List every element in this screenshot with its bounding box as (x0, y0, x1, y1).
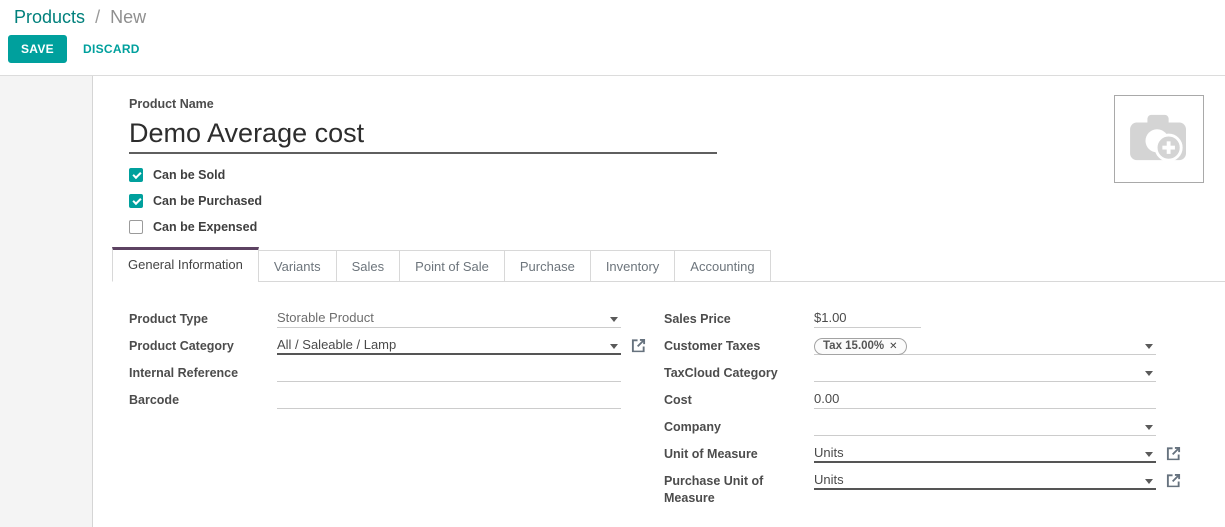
dropdown-caret-icon[interactable] (610, 317, 618, 322)
camera-add-icon (1125, 110, 1193, 169)
breadcrumb-separator: / (95, 7, 100, 27)
field-row-unit-of-measure: Unit of Measure Units (664, 445, 1156, 463)
tab-sales[interactable]: Sales (336, 250, 401, 282)
unit-of-measure-value: Units (814, 445, 844, 460)
field-row-barcode: Barcode (129, 391, 621, 409)
dropdown-caret-icon[interactable] (1145, 425, 1153, 430)
dropdown-caret-icon[interactable] (1145, 452, 1153, 457)
toolbar: SAVE DISCARD (8, 35, 1225, 63)
external-link-icon[interactable] (631, 338, 646, 353)
taxcloud-category-label: TaxCloud Category (664, 364, 814, 382)
product-category-value: All / Saleable / Lamp (277, 337, 396, 352)
cost-input[interactable]: 0.00 (814, 391, 1156, 409)
external-link-icon[interactable] (1166, 473, 1181, 488)
purchase-unit-of-measure-value: Units (814, 472, 844, 487)
tab-inventory[interactable]: Inventory (590, 250, 675, 282)
checkbox-group: Can be Sold Can be Purchased Can be Expe… (129, 166, 1225, 236)
customer-taxes-input[interactable]: Tax 15.00% ✕ (814, 337, 1156, 355)
checkbox-row-can-be-purchased: Can be Purchased (129, 192, 1225, 210)
dropdown-caret-icon[interactable] (1145, 479, 1153, 484)
dropdown-caret-icon[interactable] (1145, 371, 1153, 376)
tab-purchase[interactable]: Purchase (504, 250, 591, 282)
product-type-label: Product Type (129, 310, 277, 328)
can-be-purchased-checkbox[interactable] (129, 194, 143, 208)
product-name-input[interactable]: Demo Average cost (129, 116, 717, 154)
purchase-unit-of-measure-label: Purchase Unit of Measure (664, 472, 814, 507)
product-type-value: Storable Product (277, 310, 374, 325)
unit-of-measure-label: Unit of Measure (664, 445, 814, 463)
fields-column-left: Product Type Storable Product Product Ca… (129, 310, 621, 516)
general-information-page: Product Type Storable Product Product Ca… (129, 310, 1225, 516)
top-bar: Products / New SAVE DISCARD (0, 0, 1225, 76)
main-area: Product Name Demo Average cost Can be So… (0, 76, 1225, 527)
barcode-label: Barcode (129, 391, 277, 409)
taxcloud-category-input[interactable] (814, 364, 1156, 382)
checkbox-row-can-be-sold: Can be Sold (129, 166, 1225, 184)
left-gutter (0, 76, 93, 527)
dropdown-caret-icon[interactable] (1145, 344, 1153, 349)
save-button[interactable]: SAVE (8, 35, 67, 63)
tab-general-information[interactable]: General Information (112, 247, 259, 282)
field-row-taxcloud-category: TaxCloud Category (664, 364, 1156, 382)
internal-reference-label: Internal Reference (129, 364, 277, 382)
dropdown-caret-icon[interactable] (610, 344, 618, 349)
tax-tag-label: Tax 15.00% (823, 339, 884, 354)
field-row-customer-taxes: Customer Taxes Tax 15.00% ✕ (664, 337, 1156, 355)
product-image-placeholder[interactable] (1114, 95, 1204, 183)
field-row-product-category: Product Category All / Saleable / Lamp (129, 337, 621, 355)
tax-tag-remove-icon[interactable]: ✕ (889, 339, 897, 354)
form-sheet: Product Name Demo Average cost Can be So… (93, 76, 1225, 527)
fields-column-right: Sales Price $1.00 Customer Taxes Tax 15.… (664, 310, 1156, 516)
field-row-purchase-unit-of-measure: Purchase Unit of Measure Units (664, 472, 1156, 507)
sales-price-input[interactable]: $1.00 (814, 310, 921, 328)
breadcrumb-link-products[interactable]: Products (14, 7, 85, 27)
company-input[interactable] (814, 418, 1156, 436)
can-be-expensed-checkbox[interactable] (129, 220, 143, 234)
barcode-input[interactable] (277, 391, 621, 409)
internal-reference-input[interactable] (277, 364, 621, 382)
unit-of-measure-input[interactable]: Units (814, 445, 1156, 463)
product-category-label: Product Category (129, 337, 277, 355)
checkbox-row-can-be-expensed: Can be Expensed (129, 218, 1225, 236)
cost-label: Cost (664, 391, 814, 409)
breadcrumb: Products / New (0, 0, 1225, 28)
field-row-company: Company (664, 418, 1156, 436)
breadcrumb-current: New (110, 7, 146, 27)
company-label: Company (664, 418, 814, 436)
field-row-product-type: Product Type Storable Product (129, 310, 621, 328)
field-row-internal-reference: Internal Reference (129, 364, 621, 382)
product-type-select[interactable]: Storable Product (277, 310, 621, 328)
product-category-input[interactable]: All / Saleable / Lamp (277, 337, 621, 355)
can-be-expensed-label: Can be Expensed (153, 220, 257, 234)
product-name-label: Product Name (129, 97, 1225, 112)
tab-point-of-sale[interactable]: Point of Sale (399, 250, 505, 282)
cost-value: 0.00 (814, 391, 839, 406)
tab-variants[interactable]: Variants (258, 250, 337, 282)
sales-price-field: $1.00 (814, 310, 1156, 328)
purchase-unit-of-measure-input[interactable]: Units (814, 472, 1156, 490)
sales-price-label: Sales Price (664, 310, 814, 328)
discard-button[interactable]: DISCARD (72, 35, 151, 63)
notebook-tabs: General Information Variants Sales Point… (112, 247, 1225, 282)
can-be-sold-checkbox[interactable] (129, 168, 143, 182)
field-row-cost: Cost 0.00 (664, 391, 1156, 409)
tax-tag: Tax 15.00% ✕ (814, 338, 907, 355)
field-row-sales-price: Sales Price $1.00 (664, 310, 1156, 328)
customer-taxes-label: Customer Taxes (664, 337, 814, 355)
external-link-icon[interactable] (1166, 446, 1181, 461)
can-be-purchased-label: Can be Purchased (153, 194, 262, 208)
can-be-sold-label: Can be Sold (153, 168, 225, 182)
tab-accounting[interactable]: Accounting (674, 250, 770, 282)
